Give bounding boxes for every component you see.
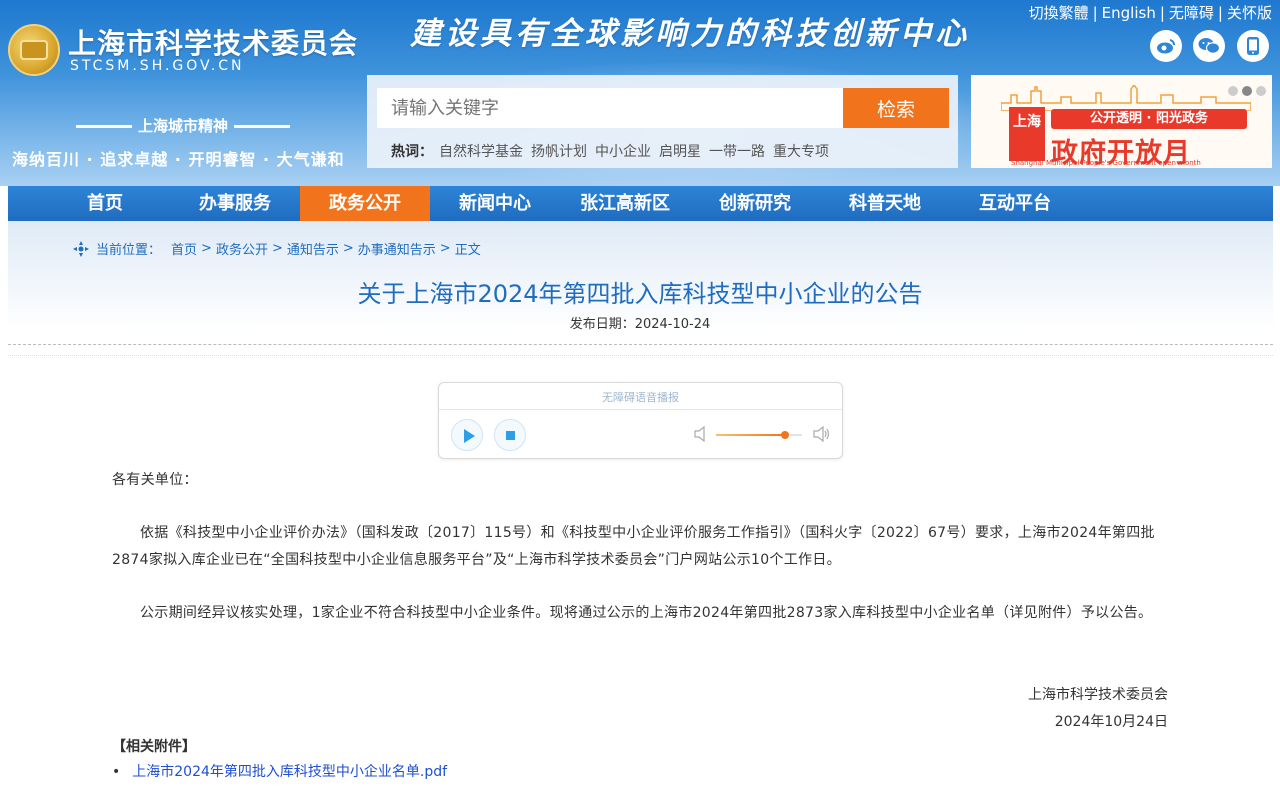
breadcrumb-item[interactable]: 首页 xyxy=(171,239,197,258)
nav-services[interactable]: 办事服务 xyxy=(170,186,300,221)
site-domain: STCSM.SH.GOV.CN xyxy=(70,58,245,74)
attachment-link[interactable]: • 上海市2024年第四批入库科技型中小企业名单.pdf xyxy=(112,761,447,781)
breadcrumb-label: 当前位置： xyxy=(96,243,162,258)
signature-date: 2024年10月24日 xyxy=(1054,714,1168,730)
search-panel: 检索 热词： 自然科学基金扬帆计划中小企业启明星一带一路重大专项 xyxy=(367,75,958,168)
nav-home[interactable]: 首页 xyxy=(60,186,150,221)
hot-word[interactable]: 一带一路 xyxy=(709,144,765,160)
link-traditional[interactable]: 切換繁體 xyxy=(1029,4,1089,22)
site-title[interactable]: 上海市科学技术委员会 xyxy=(68,22,358,62)
volume-fill xyxy=(716,434,785,436)
article-paragraph-1: 依据《科技型中小企业评价办法》（国科发政〔2017〕115号）和《科技型中小企业… xyxy=(112,525,1155,568)
tts-controls xyxy=(439,409,842,460)
banner-english-text: Shanghai Municipal People's Government o… xyxy=(1011,159,1201,167)
banner-dot[interactable] xyxy=(1228,86,1238,96)
volume-high-icon[interactable] xyxy=(813,425,831,443)
breadcrumb-item-current: 正文 xyxy=(454,243,481,258)
article-paragraph-2: 公示期间经异议核实处理，1家企业不符合科技型中小企业条件。现将通过公示的上海市2… xyxy=(140,605,1153,621)
nav-innovation[interactable]: 创新研究 xyxy=(690,186,820,221)
nav-zhangjiang[interactable]: 张江高新区 xyxy=(560,186,690,221)
nav-news[interactable]: 新闻中心 xyxy=(430,186,560,221)
nav-science-pop[interactable]: 科普天地 xyxy=(820,186,950,221)
breadcrumb-item[interactable]: 政务公开 xyxy=(216,239,268,258)
banner-pager xyxy=(1224,81,1266,100)
signature-org: 上海市科学技术委员会 xyxy=(1028,687,1168,703)
stop-icon[interactable] xyxy=(494,419,526,451)
hot-word[interactable]: 扬帆计划 xyxy=(531,144,587,160)
breadcrumb: 当前位置： 首页 > 政务公开 > 通知告示 > 办事通知告示 > 正文 xyxy=(72,239,485,258)
site-header: 上海市科学技术委员会 STCSM.SH.GOV.CN 建设具有全球影响力的科技创… xyxy=(0,0,1280,186)
play-icon[interactable] xyxy=(451,419,483,451)
attachments-label: 【相关附件】 xyxy=(112,739,196,755)
nav-interaction[interactable]: 互动平台 xyxy=(950,186,1080,221)
location-icon xyxy=(73,240,89,257)
volume-low-icon[interactable] xyxy=(694,426,708,442)
slogan: 建设具有全球影响力的科技创新中心 xyxy=(410,16,970,52)
nav-gov-affairs[interactable]: 政务公开 xyxy=(300,186,430,221)
city-spirit-text: 海纳百川 · 追求卓越 · 开明睿智 · 大气谦和 xyxy=(12,150,345,169)
wechat-icon[interactable] xyxy=(1193,30,1225,62)
mobile-icon[interactable] xyxy=(1237,30,1269,62)
publish-date: 发布日期：2024-10-24 xyxy=(569,317,711,332)
open-month-banner[interactable]: 上海 公开透明 · 阳光政务 政府开放月 Shanghai Municipal … xyxy=(971,75,1272,168)
banner-dot[interactable] xyxy=(1256,86,1266,96)
top-links: 切換繁體 | English | 无障碍 | 关怀版 xyxy=(1028,4,1272,22)
hot-word[interactable]: 中小企业 xyxy=(595,144,651,160)
city-spirit-title: 上海城市精神 xyxy=(70,115,296,136)
hot-words: 热词： 自然科学基金 扬帆计划 中小企业 启明星 一带一路 重大专项 xyxy=(391,141,837,161)
logo-emblem-icon[interactable] xyxy=(8,24,60,76)
breadcrumb-item[interactable]: 办事通知告示 xyxy=(358,239,436,258)
banner-tag: 公开透明 · 阳光政务 xyxy=(1051,109,1247,129)
search-input[interactable] xyxy=(377,88,843,128)
article-greeting: 各有关单位： xyxy=(112,472,198,488)
search-button[interactable]: 检索 xyxy=(843,88,949,128)
volume-slider[interactable] xyxy=(716,431,802,439)
banner-city: 上海 xyxy=(1009,107,1045,161)
main-nav: 首页 办事服务 政务公开 新闻中心 张江高新区 创新研究 科普天地 互动平台 xyxy=(8,186,1273,221)
tts-player: 无障碍语音播报 xyxy=(438,382,843,459)
divider xyxy=(8,355,1273,356)
tts-player-title: 无障碍语音播报 xyxy=(602,391,679,404)
link-accessibility[interactable]: 无障碍 xyxy=(1169,4,1214,22)
link-care-mode[interactable]: 关怀版 xyxy=(1227,4,1272,22)
divider xyxy=(8,344,1273,345)
article-title: 关于上海市2024年第四批入库科技型中小企业的公告 xyxy=(357,280,923,308)
hot-word[interactable]: 自然科学基金 xyxy=(439,144,523,160)
breadcrumb-item[interactable]: 通知告示 xyxy=(287,239,339,258)
weibo-icon[interactable] xyxy=(1150,30,1182,62)
hot-word[interactable]: 重大专项 xyxy=(773,144,829,160)
volume-knob[interactable] xyxy=(780,431,789,439)
hot-word[interactable]: 启明星 xyxy=(659,144,701,160)
banner-dot-active[interactable] xyxy=(1242,86,1252,96)
link-english[interactable]: English xyxy=(1102,4,1156,22)
hot-words-label: 热词： xyxy=(391,144,433,160)
